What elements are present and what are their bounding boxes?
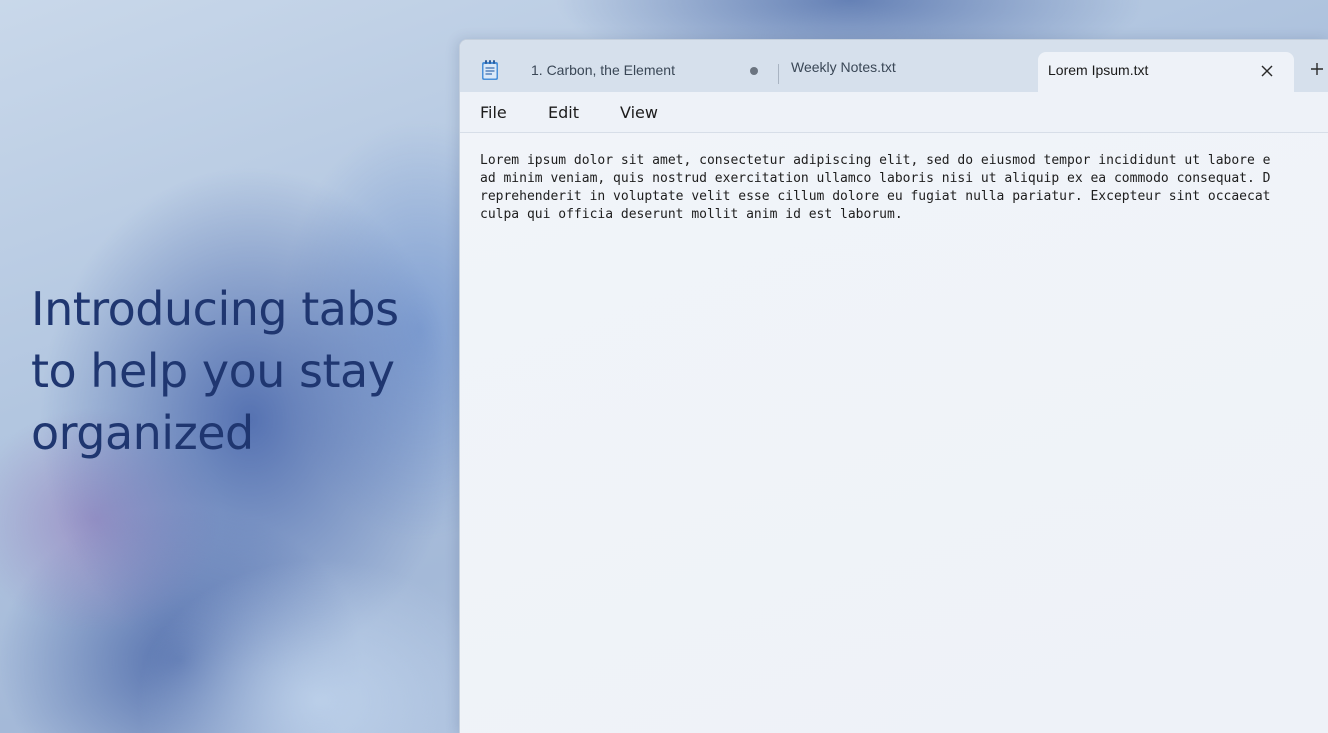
editor-line: ad minim veniam, quis nostrud exercitati… — [480, 171, 1271, 186]
editor-line: culpa qui officia deserunt mollit anim i… — [480, 207, 903, 222]
menu-edit[interactable]: Edit — [548, 103, 579, 122]
headline-line-3: organized — [31, 406, 254, 460]
editor-line: Lorem ipsum dolor sit amet, consectetur … — [480, 153, 1271, 168]
tab-label: 1. Carbon, the Element — [531, 62, 675, 78]
headline-line-2: to help you stay — [31, 344, 395, 398]
tab-carbon[interactable]: 1. Carbon, the Element — [518, 52, 776, 92]
notepad-icon — [482, 60, 498, 80]
tab-bar: 1. Carbon, the Element Weekly Notes.txt … — [460, 40, 1328, 92]
tab-lorem-ipsum[interactable]: Lorem Ipsum.txt — [1038, 52, 1294, 92]
new-tab-plus-icon[interactable] — [1309, 61, 1325, 77]
editor-content: Lorem ipsum dolor sit amet, consectetur … — [480, 152, 1271, 224]
tab-label: Lorem Ipsum.txt — [1048, 62, 1149, 78]
editor-line: reprehenderit in voluptate velit esse ci… — [480, 189, 1271, 204]
notepad-window: 1. Carbon, the Element Weekly Notes.txt … — [459, 39, 1328, 733]
close-icon[interactable] — [1259, 63, 1275, 79]
headline-line-1: Introducing tabs — [31, 282, 399, 336]
tab-label: Weekly Notes.txt — [791, 59, 896, 75]
text-editor[interactable]: Lorem ipsum dolor sit amet, consectetur … — [460, 133, 1328, 733]
headline: Introducing tabs to help you stay organize… — [31, 278, 431, 464]
menu-bar: File Edit View — [460, 92, 1328, 133]
menu-file[interactable]: File — [480, 103, 507, 122]
unsaved-dot-icon — [750, 67, 758, 75]
menu-view[interactable]: View — [620, 103, 658, 122]
tab-weekly-notes[interactable]: Weekly Notes.txt — [778, 52, 1036, 92]
